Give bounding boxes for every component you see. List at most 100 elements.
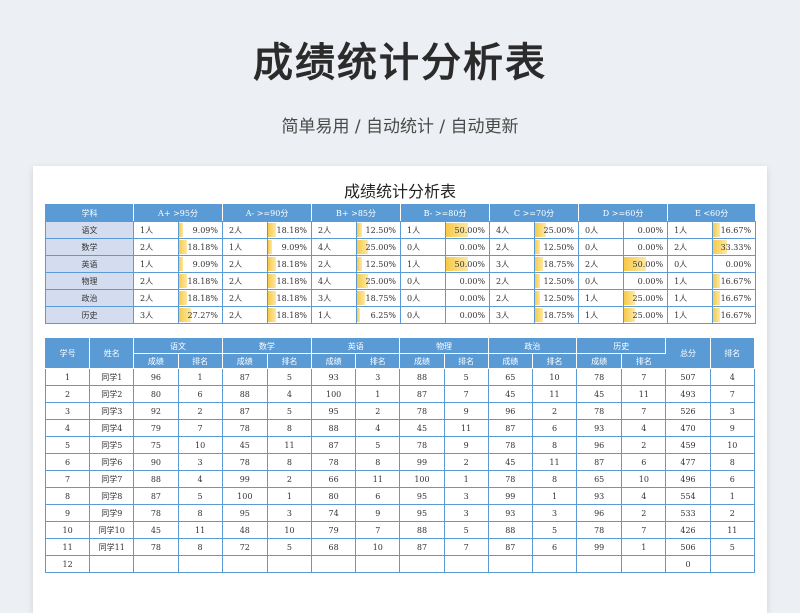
percentage-value: 25.00% <box>365 276 397 286</box>
percentage-cell: 0.00% <box>623 238 669 256</box>
student-count: 1人 <box>400 221 447 239</box>
subject-rank: 10 <box>177 436 223 454</box>
distribution-header-row: 学科 A+ >95分 A- >=90分 B+ >85分 B- >=80分 C >=70分 D… <box>45 204 757 222</box>
percentage-cell: 18.18% <box>266 272 313 290</box>
total-score: 477 <box>665 453 711 471</box>
percentage-cell: 0.00% <box>623 272 669 290</box>
percentage-value: 0.00% <box>637 242 664 252</box>
subject-rank: 8 <box>531 470 578 488</box>
percentage-cell: 18.18% <box>266 221 313 239</box>
overall-rank: 1 <box>709 487 756 505</box>
subject-rank: 2 <box>621 504 667 522</box>
subject-score: 78 <box>399 436 445 454</box>
student-count: 1人 <box>578 289 625 307</box>
subject-score: 45 <box>399 419 445 437</box>
student-count: 2人 <box>133 289 179 307</box>
subject-rank: 2 <box>355 402 401 420</box>
subject-header: 学科 <box>45 204 134 222</box>
total-score: 507 <box>665 368 711 386</box>
student-count: 1人 <box>578 306 625 324</box>
percentage-cell: 12.50% <box>356 255 402 273</box>
subject-rank: 1 <box>531 487 578 505</box>
percentage-value: 25.00% <box>632 310 664 320</box>
student-count: 3人 <box>133 306 179 324</box>
rank-subheader: 排名 <box>531 353 578 369</box>
overall-rank: 8 <box>709 453 756 471</box>
subject-score: 87 <box>487 419 533 437</box>
subject-rank: 9 <box>355 504 401 522</box>
subject-score: 93 <box>487 504 533 522</box>
score-subheader: 成绩 <box>133 353 179 369</box>
student-row: 6 同学6 90 3 78 8 78 8 99 2 45 11 87 6 477 8 <box>44 453 756 471</box>
student-count: 3人 <box>489 306 536 324</box>
percentage-cell: 16.67% <box>712 272 757 290</box>
total-header: 总分 <box>665 338 711 369</box>
student-count: 1人 <box>667 221 714 239</box>
grade-band-header: B+ >85分 <box>311 204 402 222</box>
student-count: 3人 <box>311 289 358 307</box>
percentage-value: 12.50% <box>365 225 397 235</box>
subject-score: 88 <box>399 521 445 539</box>
subject-rank: 9 <box>443 436 489 454</box>
student-row: 7 同学7 88 4 99 2 66 11 100 1 78 8 65 10 496 6 <box>44 470 756 488</box>
subject-score: 80 <box>133 385 179 403</box>
subject-score: 87 <box>399 385 445 403</box>
student-name: 同学5 <box>89 436 135 454</box>
percentage-value: 9.09% <box>192 225 218 235</box>
subject-score: 87 <box>487 538 533 556</box>
spreadsheet-card: 成绩统计分析表 学科 A+ >95分 A- >=90分 B+ >85分 B- >=80分… <box>33 166 767 613</box>
percentage-cell: 25.00% <box>623 289 669 307</box>
subject-rank: 8 <box>266 419 313 437</box>
grade-band-header: D >=60分 <box>578 204 669 222</box>
subject-score: 78 <box>487 470 533 488</box>
subject-rank <box>177 555 223 573</box>
subject-rank: 5 <box>443 368 489 386</box>
student-count: 2人 <box>133 238 179 256</box>
grade-band-header: A- >=90分 <box>221 204 313 222</box>
subject-rank: 4 <box>621 419 667 437</box>
student-count: 2人 <box>311 255 358 273</box>
subject-rank: 4 <box>177 470 223 488</box>
total-score: 493 <box>665 385 711 403</box>
student-count: 2人 <box>133 272 179 290</box>
student-count: 2人 <box>222 306 268 324</box>
percentage-cell: 0.00% <box>445 289 491 307</box>
percentage-value: 0.00% <box>459 310 486 320</box>
student-no: 1 <box>44 368 91 386</box>
percentage-cell: 0.00% <box>445 306 491 324</box>
student-row: 2 同学2 80 6 88 4 100 1 87 7 45 11 45 11 493 7 <box>44 385 756 403</box>
percentage-cell: 25.00% <box>356 238 402 256</box>
subject-score: 87 <box>221 402 268 420</box>
score-subheader: 成绩 <box>311 353 357 369</box>
student-no: 11 <box>44 538 91 556</box>
subject-rank: 3 <box>266 504 313 522</box>
percentage-value: 25.00% <box>632 293 664 303</box>
subject-score: 87 <box>576 453 623 471</box>
subject-score: 66 <box>311 470 357 488</box>
subject-rank: 11 <box>621 385 667 403</box>
total-score: 426 <box>665 521 711 539</box>
student-no: 12 <box>44 555 91 573</box>
subject-score: 45 <box>221 436 268 454</box>
percentage-cell: 18.18% <box>266 255 313 273</box>
percentage-cell: 18.75% <box>534 255 580 273</box>
grade-band-header: B- >=80分 <box>400 204 491 222</box>
subject-header: 历史 <box>576 338 667 354</box>
student-count: 0人 <box>578 272 625 290</box>
subject-header: 政治 <box>487 338 578 354</box>
subject-score: 78 <box>221 419 268 437</box>
percentage-value: 12.50% <box>543 293 575 303</box>
overall-rank: 7 <box>709 385 756 403</box>
subject-score: 87 <box>133 487 179 505</box>
percentage-cell: 50.00% <box>623 255 669 273</box>
subject-score: 78 <box>487 436 533 454</box>
subject-rank: 7 <box>443 538 489 556</box>
percentage-value: 27.27% <box>187 310 218 320</box>
student-name: 同学9 <box>89 504 135 522</box>
subject-rank <box>355 555 401 573</box>
rank-subheader: 排名 <box>177 353 223 369</box>
subject-score: 88 <box>399 368 445 386</box>
total-score: 533 <box>665 504 711 522</box>
subject-score: 100 <box>399 470 445 488</box>
percentage-cell: 9.09% <box>266 238 313 256</box>
